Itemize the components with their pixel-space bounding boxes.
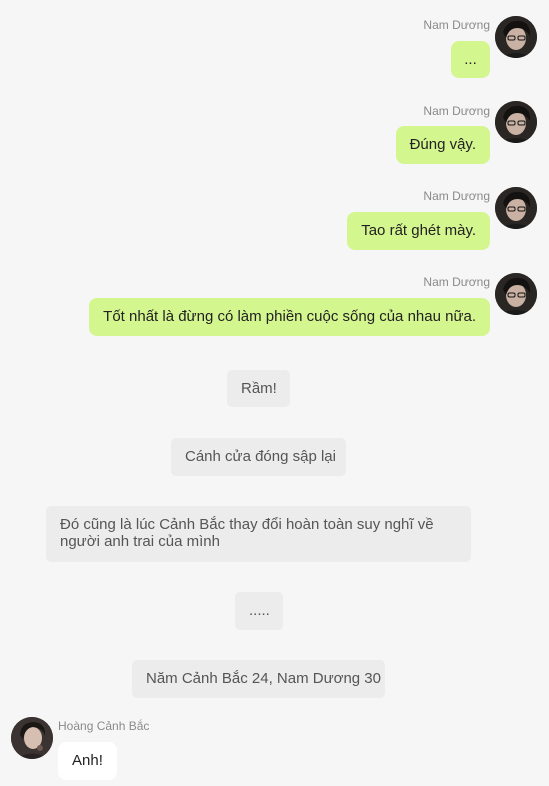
avatar-nam-duong-icon[interactable] <box>495 187 537 229</box>
message-bubble[interactable]: Tao rất ghét mày. <box>347 212 490 250</box>
avatar-hoang-canh-bac-icon[interactable] <box>11 717 53 759</box>
sender-name: Hoàng Cảnh Bắc <box>58 719 150 733</box>
sender-name: Nam Dương <box>423 18 490 32</box>
message-bubble[interactable]: Tốt nhất là đừng có làm phiền cuộc sống … <box>89 298 490 336</box>
sender-name: Nam Dương <box>423 104 490 118</box>
avatar-nam-duong-icon[interactable] <box>495 273 537 315</box>
avatar-nam-duong-icon[interactable] <box>495 16 537 58</box>
narration-bubble: Năm Cảnh Bắc 24, Nam Dương 30 <box>132 660 385 698</box>
sender-name: Nam Dương <box>423 189 490 203</box>
narration-bubble: Rầm! <box>227 370 290 407</box>
chat-thread: Nam Dương ... Nam Dương Đúng vậy. Nam Dư… <box>0 0 549 786</box>
narration-bubble: Đó cũng là lúc Cảnh Bắc thay đổi hoàn to… <box>46 506 471 562</box>
message-bubble[interactable]: Đúng vậy. <box>395 126 490 164</box>
message-bubble[interactable]: ... <box>451 41 490 78</box>
message-bubble[interactable]: Anh! <box>58 742 117 780</box>
sender-name: Nam Dương <box>423 275 490 289</box>
narration-bubble: Cánh cửa đóng sập lại <box>171 438 346 476</box>
narration-bubble: ..... <box>235 592 283 630</box>
avatar-nam-duong-icon[interactable] <box>495 101 537 143</box>
